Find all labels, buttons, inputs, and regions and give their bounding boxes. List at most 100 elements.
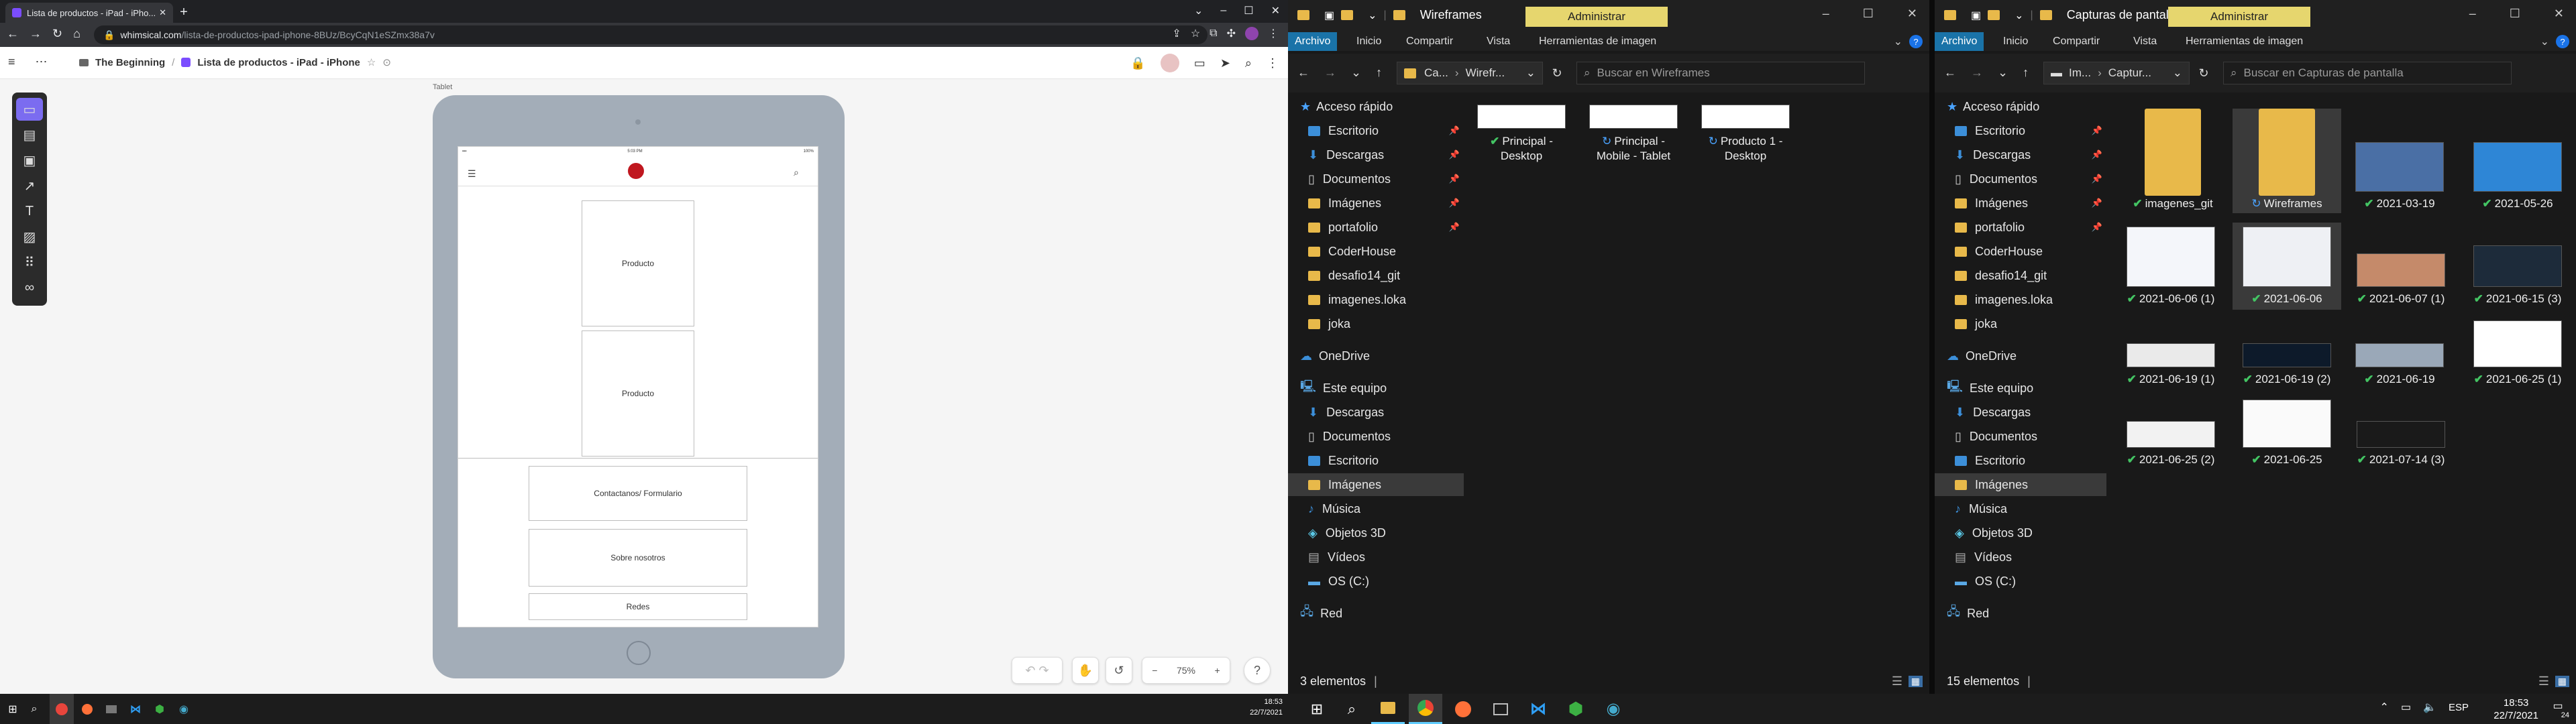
forward-icon[interactable]: → <box>1971 66 1983 80</box>
nav-this-pc[interactable]: 🖳 Este equipo <box>1300 377 1387 400</box>
favorite-star-icon[interactable]: ☆ <box>367 56 376 68</box>
image-item-selected[interactable]: ✔ 2021-06-06 <box>2233 223 2341 310</box>
comments-icon[interactable]: ▭ <box>1194 56 1205 70</box>
profile-avatar[interactable] <box>1245 27 1258 40</box>
nav-pc-objetos3d[interactable]: ◈ Objetos 3D <box>1308 522 1386 544</box>
search-icon[interactable]: ⌕ <box>24 694 44 724</box>
nav-item-documentos[interactable]: ▯ Documentos 📌 <box>1308 168 1464 190</box>
new-tab-icon[interactable]: + <box>176 4 192 20</box>
history-icon[interactable]: ⊙ <box>382 56 391 68</box>
image-item[interactable]: ✔ 2021-03-19 <box>2349 142 2450 210</box>
grid-tool-icon[interactable]: ⠿ <box>16 251 43 274</box>
expand-ribbon-icon[interactable]: ⌄ <box>1894 35 1902 48</box>
vscode-taskbar-icon[interactable]: ⋈ <box>125 694 146 724</box>
address-bar[interactable]: 🔒 whimsical.com /lista-de-productos-ipad… <box>94 25 1208 44</box>
nav-onedrive[interactable]: ☁ OneDrive <box>1947 345 2017 367</box>
menu-icon[interactable]: ⋮ <box>1267 56 1279 70</box>
private-lock-icon[interactable]: 🔒 <box>1130 56 1145 70</box>
ribbon-tab-image-tools[interactable]: Herramientas de imagen <box>2179 32 2310 51</box>
image-item[interactable]: ✔ 2021-06-06 (1) <box>2116 227 2226 306</box>
forward-icon[interactable]: → <box>30 27 42 41</box>
recent-icon[interactable]: ⌄ <box>1998 66 2008 80</box>
maximize-icon[interactable]: ☐ <box>2510 7 2520 21</box>
share-icon[interactable]: ⇪ <box>1172 27 1181 40</box>
nav-item-descargas[interactable]: ⬇ Descargas 📌 <box>1308 143 1464 166</box>
text-tool-icon[interactable]: T <box>16 200 43 223</box>
path-segment[interactable]: Wirefr... <box>1466 66 1505 80</box>
nav-item-descargas[interactable]: ⬇ Descargas 📌 <box>1955 143 2106 166</box>
nav-item-imagenes-loka[interactable]: imagenes.loka <box>1308 288 1406 311</box>
explorer-taskbar-icon[interactable] <box>1371 694 1405 724</box>
nav-quick-access[interactable]: ★ Acceso rápido <box>1947 95 2039 118</box>
chrome-taskbar-icon[interactable] <box>50 694 74 724</box>
more-options-icon[interactable]: ⋯ <box>36 55 48 69</box>
path-dropdown-icon[interactable]: ⌄ <box>1526 66 1536 80</box>
forward-icon[interactable]: → <box>1324 66 1336 80</box>
manage-tab[interactable]: Administrar <box>2168 7 2310 27</box>
new-folder-icon[interactable] <box>1988 10 2000 20</box>
image-item[interactable]: ✔ 2021-06-25 <box>2231 400 2343 467</box>
volume-icon[interactable]: 🔈 <box>2423 701 2436 714</box>
start-icon[interactable]: ⊞ <box>1301 694 1332 724</box>
battery-icon[interactable]: ▭ <box>2401 701 2411 714</box>
nav-pc-objetos3d[interactable]: ◈ Objetos 3D <box>1955 522 2033 544</box>
nav-item-joka[interactable]: joka <box>1308 312 1350 335</box>
bookmark-star-icon[interactable]: ☆ <box>1191 27 1200 40</box>
close-tab-icon[interactable]: ✕ <box>159 7 166 18</box>
new-folder-icon[interactable] <box>1341 10 1354 20</box>
up-icon[interactable]: ↑ <box>1376 66 1382 80</box>
address-bar[interactable]: Ca... › Wirefr... ⌄ <box>1397 62 1543 84</box>
nav-this-pc[interactable]: 🖳 Este equipo <box>1947 377 2033 400</box>
chrome-menu-icon[interactable]: ⋮ <box>1268 27 1279 40</box>
image-item[interactable]: ✔ 2021-06-15 (3) <box>2462 245 2573 306</box>
wireframe-tool-icon[interactable]: ▭ <box>16 98 43 121</box>
up-icon[interactable]: ↑ <box>2023 66 2029 80</box>
notifications-button[interactable]: ▭ 24 <box>2548 699 2569 719</box>
search-icon[interactable]: ⌕ <box>1245 56 1252 70</box>
image-item[interactable]: ✔ 2021-06-19 (2) <box>2231 343 2343 386</box>
nav-pc-documentos[interactable]: ▯ Documentos <box>1308 425 1391 448</box>
nav-pc-escritorio[interactable]: Escritorio <box>1308 449 1379 472</box>
image-item[interactable]: ✔ 2021-06-19 (1) <box>2116 343 2226 386</box>
nav-pc-musica[interactable]: ♪ Música <box>1955 497 2007 520</box>
path-segment[interactable]: Im... <box>2069 66 2091 80</box>
image-item[interactable]: ✔ 2021-07-14 (3) <box>2345 421 2457 467</box>
nav-item-escritorio[interactable]: Escritorio 📌 <box>1308 119 1464 142</box>
file-view[interactable]: ✔ Principal - Desktop ↻ Principal - Mobile -… <box>1464 95 1929 668</box>
ribbon-tab-home[interactable]: Inicio <box>1996 32 2035 51</box>
back-icon[interactable]: ← <box>1297 66 1309 80</box>
back-icon[interactable]: ← <box>7 27 19 41</box>
path-segment[interactable]: Ca... <box>1424 66 1448 80</box>
close-window-icon[interactable]: ✕ <box>2554 7 2564 21</box>
device-frame-tool-icon[interactable]: ▣ <box>16 149 43 172</box>
help-icon[interactable]: ? <box>1909 35 1923 48</box>
ribbon-tab-file[interactable]: Archivo <box>1935 32 1984 51</box>
nav-onedrive[interactable]: ☁ OneDrive <box>1300 345 1370 367</box>
details-view-icon[interactable]: ☰ <box>2538 674 2549 688</box>
ribbon-tab-home[interactable]: Inicio <box>1350 32 1388 51</box>
ribbon-tab-share[interactable]: Compartir <box>2046 32 2106 51</box>
start-icon[interactable]: ⊞ <box>3 694 23 724</box>
active-tab[interactable]: Lista de productos - iPad - iPho... ✕ <box>5 3 173 23</box>
file-item[interactable]: ✔ Principal - Desktop <box>1474 105 1568 164</box>
minimize-icon[interactable]: – <box>1220 5 1226 17</box>
customize-icon[interactable]: ⌄ <box>1368 9 1377 22</box>
properties-icon[interactable]: ▣ <box>1324 9 1334 22</box>
recent-icon[interactable]: ⌄ <box>1351 66 1361 80</box>
nav-pc-videos[interactable]: ▤ Vídeos <box>1308 546 1365 568</box>
app-taskbar-icon[interactable]: ◉ <box>173 694 195 724</box>
image-item[interactable]: ✔ 2021-05-26 <box>2462 142 2573 210</box>
nav-pc-drive-c[interactable]: ▬ OS (C:) <box>1308 570 1369 593</box>
file-item[interactable]: ↻ Principal - Mobile - Tablet <box>1583 105 1684 164</box>
image-item[interactable]: ✔ 2021-06-25 (1) <box>2462 320 2573 386</box>
nav-quick-access[interactable]: ★ Acceso rápido <box>1300 95 1393 118</box>
nav-item-joka[interactable]: joka <box>1955 312 1997 335</box>
image-item[interactable]: ✔ 2021-06-19 <box>2349 343 2450 386</box>
nav-network[interactable]: 🖧 Red <box>1947 602 1989 625</box>
history-icon[interactable]: ↺ <box>1106 657 1132 684</box>
language-indicator[interactable]: ESP <box>2449 702 2469 713</box>
expand-ribbon-icon[interactable]: ⌄ <box>2540 35 2549 48</box>
nav-pc-drive-c[interactable]: ▬ OS (C:) <box>1955 570 2016 593</box>
properties-icon[interactable]: ▣ <box>1971 9 1981 22</box>
tray-chevron-icon[interactable]: ⌃ <box>2380 701 2389 714</box>
